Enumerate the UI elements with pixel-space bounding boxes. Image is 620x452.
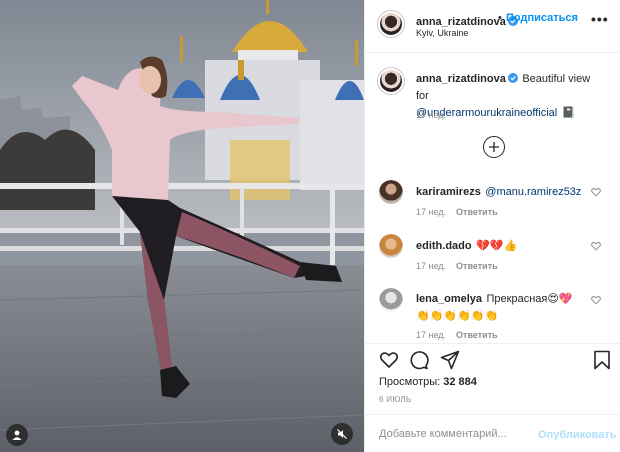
comment-text: Прекрасная😍💖 (486, 293, 573, 305)
heart-icon[interactable] (591, 187, 601, 197)
comment-username[interactable]: edith.dado (416, 240, 472, 252)
more-options-button[interactable]: ••• (591, 11, 609, 27)
reply-button[interactable]: Ответить (456, 330, 498, 340)
follow-button[interactable]: Подписаться (506, 12, 578, 24)
verified-icon (507, 73, 518, 83)
reply-button[interactable]: Ответить (456, 261, 498, 271)
header-divider (365, 52, 620, 53)
comment-avatar[interactable] (379, 288, 403, 312)
load-more-comments-button[interactable] (483, 136, 505, 158)
comment-text-line2: 👏👏👏👏👏👏 (416, 310, 499, 322)
views-label: Просмотры: (379, 376, 441, 388)
comment-avatar[interactable] (379, 234, 403, 258)
post-date[interactable]: 6 ИЮЛЬ (379, 395, 411, 404)
video-frame (0, 0, 364, 452)
location-link[interactable]: Kyiv, Ukraine (416, 28, 468, 38)
heart-icon[interactable] (591, 295, 601, 305)
comment-username[interactable]: lena_omelya (416, 293, 482, 305)
views-number: 32 884 (443, 376, 477, 388)
comment-input[interactable] (379, 428, 529, 440)
caption-timestamp[interactable]: 17 нед. (416, 110, 446, 120)
heart-icon[interactable] (379, 350, 399, 370)
comment-text[interactable]: @manu.ramirez53z (485, 186, 581, 198)
share-icon[interactable] (440, 350, 460, 370)
publish-button[interactable]: Опубликовать (538, 429, 617, 441)
comment-text: 💔💔👍 (476, 240, 518, 252)
caption-emoji: 📓 (561, 107, 576, 119)
mute-icon (337, 429, 347, 439)
comment-item: kariramirezs @manu.ramirez53z (416, 182, 581, 200)
user-tag-button[interactable] (6, 424, 28, 446)
comment-item: edith.dado 💔💔👍 (416, 236, 517, 254)
reply-button[interactable]: Ответить (456, 207, 498, 217)
heart-icon[interactable] (591, 241, 601, 251)
post-panel: anna_rizatdinova • Подписаться Kyiv, Ukr… (364, 0, 620, 452)
views-count: Просмотры: 32 884 (379, 376, 477, 388)
mute-button[interactable] (331, 423, 353, 445)
bookmark-icon[interactable] (593, 350, 611, 370)
comment-username[interactable]: kariramirezs (416, 186, 481, 198)
comment-timestamp[interactable]: 17 нед. (416, 330, 446, 340)
caption-avatar[interactable] (377, 67, 405, 95)
comment-timestamp[interactable]: 17 нед. (416, 207, 446, 217)
caption-username[interactable]: anna_rizatdinova (416, 73, 506, 85)
composer-divider (365, 414, 620, 415)
post-media[interactable] (0, 0, 364, 452)
actions-divider (365, 343, 620, 344)
add-circle-icon (489, 142, 499, 152)
comment-avatar[interactable] (379, 180, 403, 204)
user-tag-icon (12, 430, 22, 440)
author-avatar[interactable] (377, 10, 405, 38)
more-icon: ••• (591, 11, 609, 27)
separator-dot: • (498, 12, 502, 24)
author-username[interactable]: anna_rizatdinova (416, 16, 506, 28)
comment-timestamp[interactable]: 17 нед. (416, 261, 446, 271)
comment-icon[interactable] (409, 350, 429, 370)
comment-item: lena_omelya Прекрасная😍💖 👏👏👏👏👏👏 (416, 290, 586, 324)
